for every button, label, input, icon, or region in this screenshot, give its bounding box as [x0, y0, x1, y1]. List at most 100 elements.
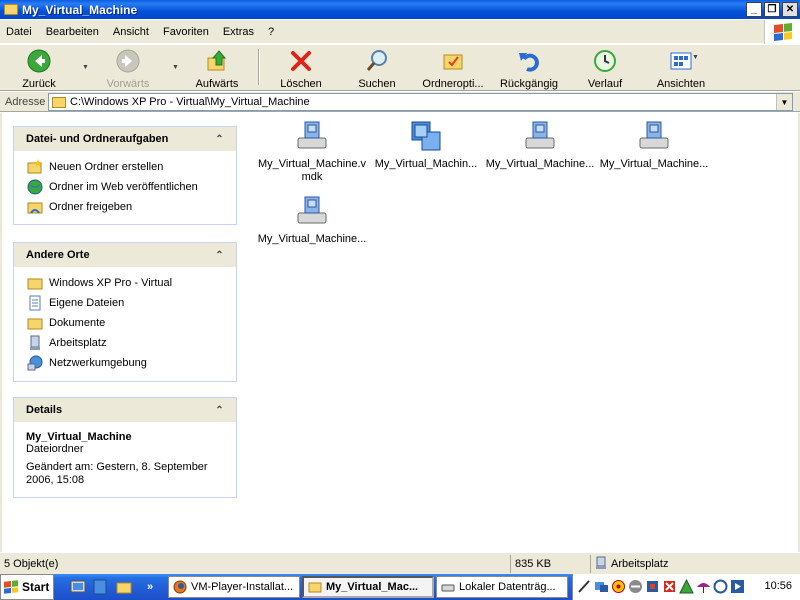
history-button[interactable]: Verlauf	[580, 47, 630, 90]
delete-button[interactable]: Löschen	[276, 47, 326, 90]
details-panel: Details ⌃ My_Virtual_Machine Dateiordner…	[13, 397, 237, 498]
close-button[interactable]: ✕	[782, 2, 798, 17]
details-panel-header[interactable]: Details ⌃	[14, 398, 236, 422]
forward-dropdown-icon[interactable]: ▼	[172, 64, 179, 71]
folder-icon	[52, 96, 66, 108]
file-name: My_Virtual_Machine...	[599, 158, 709, 170]
views-button[interactable]: Ansichten	[652, 47, 710, 90]
menu-favoriten[interactable]: Favoriten	[157, 26, 217, 38]
forward-button[interactable]: Vorwärts	[100, 47, 156, 90]
task-my-virtual-machine[interactable]: My_Virtual_Mac...	[302, 576, 434, 598]
places-panel-title: Andere Orte	[26, 249, 90, 261]
status-location-label: Arbeitsplatz	[611, 558, 669, 570]
folder-options-button[interactable]: Ordneropti...	[418, 47, 488, 90]
history-clock-icon	[593, 49, 617, 73]
folder-icon	[27, 315, 43, 331]
places-panel-header[interactable]: Andere Orte ⌃	[14, 243, 236, 267]
collapse-chevron-icon[interactable]: ⌃	[212, 248, 227, 263]
place-my-files[interactable]: Eigene Dateien	[27, 293, 236, 313]
menu-extras[interactable]: Extras	[217, 26, 262, 38]
file-item[interactable]: My_Virtual_Machine.vmdk	[254, 119, 370, 184]
up-button[interactable]: Aufwärts	[190, 47, 244, 90]
search-icon	[365, 49, 389, 73]
address-dropdown-icon[interactable]: ▼	[776, 94, 792, 110]
tray-media-icon[interactable]	[730, 579, 745, 594]
place-my-computer[interactable]: Arbeitsplatz	[27, 333, 236, 353]
undo-label: Rückgängig	[499, 78, 559, 90]
back-button[interactable]: Zurück	[14, 47, 64, 90]
tray-update-icon[interactable]	[713, 579, 728, 594]
vmware-disk-icon	[523, 119, 557, 153]
details-modified: Geändert am: Gestern, 8. September	[26, 461, 208, 473]
collapse-chevron-icon[interactable]: ⌃	[212, 403, 227, 418]
address-path[interactable]: C:\Windows XP Pro - Virtual\My_Virtual_M…	[70, 96, 776, 108]
start-button[interactable]: Start	[0, 574, 54, 600]
file-item[interactable]: My_Virtual_Machine...	[254, 194, 370, 246]
collapse-chevron-icon[interactable]: ⌃	[212, 132, 227, 147]
forward-arrow-icon	[116, 49, 140, 73]
tray-pen-icon[interactable]	[577, 579, 592, 594]
folder-icon	[27, 275, 43, 291]
taskbar: Start » VM-Player-Installat... My_Virtua…	[0, 574, 800, 600]
tray-network-icon[interactable]	[594, 579, 609, 594]
system-tray: 10:56	[572, 574, 800, 600]
show-desktop-icon[interactable]	[70, 579, 86, 595]
tray-settings-icon[interactable]	[611, 579, 626, 594]
tasks-panel-header[interactable]: Datei- und Ordneraufgaben ⌃	[14, 127, 236, 151]
windows-flag-icon	[773, 23, 792, 41]
folder-icon[interactable]	[116, 579, 132, 595]
tray-antivirus-icon[interactable]	[679, 579, 694, 594]
menu-datei[interactable]: Datei	[0, 26, 40, 38]
folder-options-label: Ordneropti...	[422, 78, 484, 90]
tray-security-icon[interactable]	[662, 579, 677, 594]
place-network[interactable]: Netzwerkumgebung	[27, 353, 236, 373]
address-label: Adresse	[5, 95, 46, 108]
maximize-button[interactable]: ❐	[764, 2, 780, 17]
file-item[interactable]: My_Virtual_Machine...	[596, 119, 712, 171]
folder-up-icon	[205, 49, 229, 73]
file-name: My_Virtual_Machine...	[257, 233, 367, 245]
status-size: 835 KB	[510, 555, 588, 573]
task-publish-web[interactable]: Ordner im Web veröffentlichen	[27, 177, 236, 197]
address-input[interactable]: C:\Windows XP Pro - Virtual\My_Virtual_M…	[48, 93, 793, 111]
back-dropdown-icon[interactable]: ▼	[82, 64, 89, 71]
task-share-folder[interactable]: Ordner freigeben	[27, 197, 236, 217]
taskbar-clock[interactable]: 10:56	[764, 580, 792, 592]
file-item[interactable]: My_Virtual_Machine...	[482, 119, 598, 171]
folder-icon	[308, 580, 322, 594]
task-label: My_Virtual_Mac...	[326, 581, 419, 593]
tray-audio-icon[interactable]	[645, 579, 660, 594]
documents-icon	[27, 295, 43, 311]
delete-x-icon	[289, 49, 313, 73]
task-label: Ordner freigeben	[49, 201, 133, 213]
shared-folder-icon	[27, 199, 43, 215]
menu-ansicht[interactable]: Ansicht	[107, 26, 157, 38]
views-dropdown-icon[interactable]: ▼	[692, 54, 699, 61]
minimize-button[interactable]: _	[746, 2, 762, 17]
menu-help[interactable]: ?	[262, 26, 282, 38]
details-panel-title: Details	[26, 404, 63, 416]
place-label: Eigene Dateien	[49, 297, 125, 309]
place-label: Arbeitsplatz	[49, 337, 107, 349]
file-name: My_Virtual_Machine...	[485, 158, 595, 170]
tray-minus-icon[interactable]	[628, 579, 643, 594]
task-local-disk[interactable]: Lokaler Datenträg...	[436, 576, 568, 598]
explorer-icon[interactable]	[92, 579, 108, 595]
quicklaunch-more-icon[interactable]: »	[142, 579, 158, 595]
task-vmplayer-installer[interactable]: VM-Player-Installat...	[168, 576, 300, 598]
title-bar[interactable]: My_Virtual_Machine _ ❐ ✕	[0, 0, 800, 19]
views-grid-icon	[669, 49, 693, 73]
menu-bearbeiten[interactable]: Bearbeiten	[40, 26, 107, 38]
undo-button[interactable]: Rückgängig	[498, 47, 560, 90]
back-arrow-icon	[27, 49, 51, 73]
task-new-folder[interactable]: Neuen Ordner erstellen	[27, 157, 236, 177]
window-title: My_Virtual_Machine	[22, 2, 138, 17]
task-label: VM-Player-Installat...	[191, 581, 294, 593]
place-documents[interactable]: Dokumente	[27, 313, 236, 333]
tasks-panel-title: Datei- und Ordneraufgaben	[26, 133, 169, 145]
search-button[interactable]: Suchen	[352, 47, 402, 90]
back-label: Zurück	[22, 78, 56, 90]
tray-umbrella-icon[interactable]	[696, 579, 711, 594]
file-item[interactable]: My_Virtual_Machin...	[368, 119, 484, 171]
place-xp-virtual[interactable]: Windows XP Pro - Virtual	[27, 273, 236, 293]
